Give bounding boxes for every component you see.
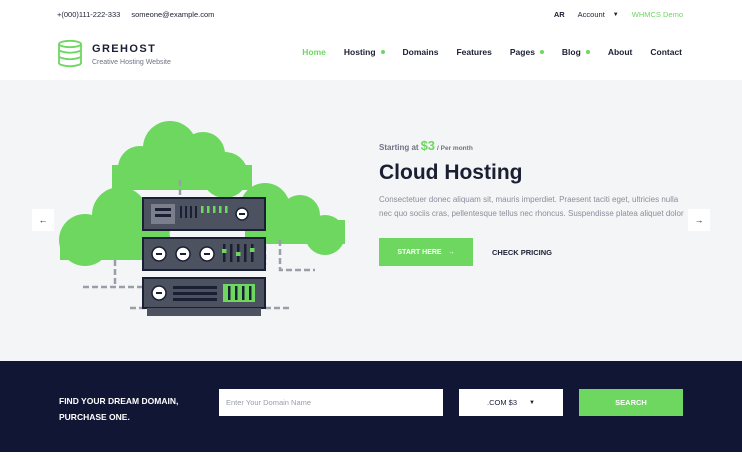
nav-item-pages[interactable]: Pages (510, 47, 544, 57)
nav-item-domains[interactable]: Domains (403, 47, 439, 57)
slider-prev-button[interactable]: ← (32, 209, 54, 231)
arrow-right-icon: → (694, 215, 704, 225)
start-here-label: START HERE (397, 248, 442, 256)
start-here-button[interactable]: START HERE → (379, 238, 473, 266)
language-switch[interactable]: AR (554, 10, 565, 19)
main-nav: Home Hosting Domains Features Pages Blog… (302, 47, 682, 57)
hero-title: Cloud Hosting (379, 161, 523, 184)
nav-label: Pages (509, 47, 535, 57)
main-header: GREHOST Creative Hosting Website Home Ho… (0, 30, 742, 80)
nav-item-blog[interactable]: Blog (562, 47, 590, 57)
database-logo-icon[interactable] (57, 40, 83, 68)
arrow-left-icon: ← (38, 215, 48, 225)
nav-item-hosting[interactable]: Hosting (344, 47, 385, 57)
search-button[interactable]: SEARCH (579, 389, 683, 416)
phone-link[interactable]: +(000)111-222-333 (57, 10, 120, 19)
caret-down-icon: ▼ (612, 11, 619, 18)
tld-select[interactable]: .COM $3 ▼ (459, 389, 563, 416)
nav-label: Home (302, 47, 326, 57)
nav-label: Hosting (343, 47, 376, 57)
dropdown-dot-icon (539, 50, 544, 54)
brand-name[interactable]: GREHOST (92, 43, 156, 55)
domain-input[interactable] (219, 389, 443, 416)
cloud-server-illustration (59, 121, 345, 316)
account-label: Account (577, 10, 605, 19)
hero-content: Starting at $3 / Per month Cloud Hosting… (379, 138, 689, 266)
domain-search-bar: FIND YOUR DREAM DOMAIN, PURCHASE ONE. .C… (0, 361, 742, 452)
top-bar: +(000)111-222-333 someone@example.com AR… (0, 0, 742, 30)
account-dropdown[interactable]: Account ▼ (578, 10, 619, 19)
nav-item-features[interactable]: Features (456, 47, 491, 57)
contact-info: +(000)111-222-333 someone@example.com (57, 10, 214, 19)
starting-price: Starting at $3 / Per month (379, 138, 689, 153)
nav-label: Features (456, 47, 492, 57)
domain-search-title: FIND YOUR DREAM DOMAIN, PURCHASE ONE. (59, 396, 179, 422)
price-value: $3 (420, 138, 436, 153)
hero-actions: START HERE → CHECK PRICING (379, 238, 689, 266)
hero-description: Consectetuer donec aliquam sit, mauris i… (379, 195, 684, 218)
whmcs-demo-link[interactable]: WHMCS Demo (632, 10, 683, 19)
arrow-right-icon: → (447, 248, 455, 256)
top-bar-links: AR Account ▼ WHMCS Demo (554, 10, 683, 19)
slider-next-button[interactable]: → (688, 209, 710, 231)
page-bottom (0, 452, 742, 469)
dropdown-dot-icon (380, 50, 385, 54)
tld-value: .COM $3 (487, 398, 518, 407)
nav-label: Domains (402, 47, 439, 57)
brand-tagline: Creative Hosting Website (92, 59, 171, 66)
nav-label: Blog (561, 47, 581, 57)
nav-item-about[interactable]: About (608, 47, 633, 57)
nav-item-home[interactable]: Home (302, 47, 326, 57)
check-pricing-button[interactable]: CHECK PRICING (492, 248, 552, 257)
nav-label: Contact (650, 47, 682, 57)
caret-down-icon: ▼ (529, 399, 535, 406)
email-link[interactable]: someone@example.com (131, 10, 214, 19)
nav-label: About (607, 47, 633, 57)
hero-slider: ← → Starting at $3 / Per month Cloud Hos… (0, 80, 742, 361)
price-period: / Per month (437, 145, 473, 152)
nav-item-contact[interactable]: Contact (650, 47, 682, 57)
starting-label: Starting at (379, 143, 419, 152)
dropdown-dot-icon (585, 50, 590, 54)
